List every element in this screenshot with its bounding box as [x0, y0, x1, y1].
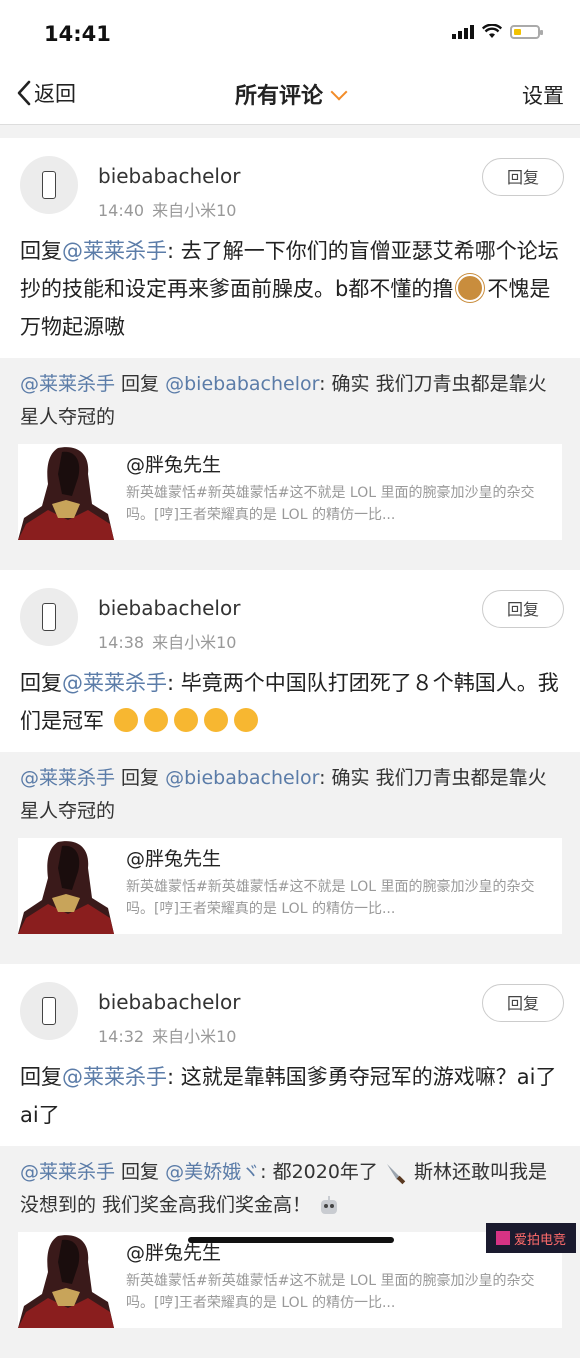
- comment-meta: 14:40 来自小米10: [98, 197, 244, 221]
- embed-description: 新英雄蒙恬#新英雄蒙恬#这不就是 LOL 里面的腕豪加沙皇的杂交吗。[哼]王者荣…: [126, 879, 535, 917]
- watermark: 爱拍电竞: [486, 1223, 576, 1253]
- quote-text: @莱莱杀手 回复 @biebabachelor: 确实 我们刀青虫都是靠火星人夺…: [18, 762, 562, 838]
- reply-prefix: 回复: [20, 671, 62, 695]
- status-bar: 14:41: [0, 0, 580, 62]
- quote-reply-word: 回复: [115, 373, 166, 395]
- reply-prefix: 回复: [20, 1065, 62, 1089]
- comment-source: 来自小米10: [152, 201, 237, 220]
- dog-emoji-icon: [456, 274, 485, 302]
- comment-meta: 14:32 来自小米10: [98, 1023, 244, 1047]
- scared-emoji-icon: [143, 708, 168, 732]
- embed-body: @胖兔先生 新英雄蒙恬#新英雄蒙恬#这不就是 LOL 里面的腕豪加沙皇的杂交吗。…: [114, 444, 562, 540]
- comment-time: 14:32: [98, 1027, 145, 1046]
- nav-bar: 返回 所有评论 设置: [0, 62, 580, 125]
- status-icons: [452, 24, 543, 39]
- post-thumbnail: [18, 444, 114, 540]
- mention-link[interactable]: @莱莱杀手: [62, 1065, 167, 1089]
- scared-emoji-icon: [233, 708, 258, 732]
- quote-body: : 都2020年了: [260, 1161, 378, 1183]
- signal-icon: [452, 24, 474, 39]
- comment-time: 14:40: [98, 201, 145, 220]
- seal-icon: [42, 603, 56, 631]
- avatar[interactable]: [20, 156, 78, 214]
- quote-text: @莱莱杀手 回复 @biebabachelor: 确实 我们刀青虫都是靠火星人夺…: [18, 368, 562, 444]
- quote-reply-word: 回复: [115, 767, 166, 789]
- avatar[interactable]: [20, 588, 78, 646]
- status-time: 14:41: [44, 22, 111, 46]
- comment-meta: 14:38 来自小米10: [98, 629, 244, 653]
- comment-card: biebabachelor 14:32 来自小米10 回复 回复@莱莱杀手: 这就…: [0, 964, 580, 1342]
- comment-card: biebabachelor 14:40 来自小米10 回复 回复@莱莱杀手: 去了…: [0, 138, 580, 554]
- seal-icon: [42, 997, 56, 1025]
- original-post-embed[interactable]: @胖兔先生 新英雄蒙恬#新英雄蒙恬#这不就是 LOL 里面的腕豪加沙皇的杂交吗。…: [18, 838, 562, 934]
- embed-body: @胖兔先生 新英雄蒙恬#新英雄蒙恬#这不就是 LOL 里面的腕豪加沙皇的杂交吗。…: [114, 838, 562, 934]
- username[interactable]: biebabachelor: [98, 164, 240, 188]
- watermark-logo-icon: [495, 1231, 510, 1245]
- seal-icon: [42, 171, 56, 199]
- reply-button[interactable]: 回复: [482, 590, 564, 628]
- quote-mention-link[interactable]: @莱莱杀手: [20, 373, 115, 395]
- username[interactable]: biebabachelor: [98, 596, 240, 620]
- comment-source: 来自小米10: [152, 633, 237, 652]
- card-header: biebabachelor 14:40 来自小米10 回复: [0, 138, 580, 224]
- comment-card: biebabachelor 14:38 来自小米10 回复 回复@莱莱杀手: 毕竟…: [0, 570, 580, 948]
- quoted-reply[interactable]: @莱莱杀手 回复 @biebabachelor: 确实 我们刀青虫都是靠火星人夺…: [0, 752, 580, 948]
- quote-target-link[interactable]: @biebabachelor: [165, 767, 319, 789]
- post-thumbnail: [18, 838, 114, 934]
- comment-feed: biebabachelor 14:40 来自小米10 回复 回复@莱莱杀手: 去了…: [0, 138, 580, 1358]
- battery-icon: [510, 24, 543, 39]
- mention-link[interactable]: @莱莱杀手: [62, 671, 167, 695]
- quote-target-link[interactable]: @美娇娥ヾ: [165, 1161, 260, 1183]
- home-indicator[interactable]: [188, 1237, 394, 1243]
- card-header: biebabachelor 14:32 来自小米10 回复: [0, 964, 580, 1050]
- reply-button[interactable]: 回复: [482, 984, 564, 1022]
- original-post-embed[interactable]: @胖兔先生 新英雄蒙恬#新英雄蒙恬#这不就是 LOL 里面的腕豪加沙皇的杂交吗。…: [18, 444, 562, 540]
- quote-text: @莱莱杀手 回复 @美娇娥ヾ: 都2020年了 斯林还敢叫我是没想到的 我们奖金…: [18, 1156, 562, 1232]
- card-header: biebabachelor 14:38 来自小米10 回复: [0, 570, 580, 656]
- comment-text: 回复@莱莱杀手: 去了解一下你们的盲僧亚瑟艾希哪个论坛抄的技能和设定再来爹面前臊…: [0, 224, 580, 358]
- avatar[interactable]: [20, 982, 78, 1040]
- scared-emoji-icon: [173, 708, 198, 732]
- comment-text: 回复@莱莱杀手: 毕竟两个中国队打团死了８个韩国人。我们是冠军: [0, 656, 580, 752]
- page-title: 所有评论: [234, 84, 323, 109]
- watermark-text: 爱拍电竞: [513, 1232, 566, 1248]
- quote-mention-link[interactable]: @莱莱杀手: [20, 1161, 115, 1183]
- mention-link[interactable]: @莱莱杀手: [62, 239, 167, 263]
- embed-author: @胖兔先生: [126, 848, 222, 870]
- embed-author: @胖兔先生: [126, 454, 222, 476]
- quoted-reply[interactable]: @莱莱杀手 回复 @biebabachelor: 确实 我们刀青虫都是靠火星人夺…: [0, 358, 580, 554]
- original-post-embed[interactable]: @胖兔先生 新英雄蒙恬#新英雄蒙恬#这不就是 LOL 里面的腕豪加沙皇的杂交吗。…: [18, 1232, 562, 1328]
- embed-description: 新英雄蒙恬#新英雄蒙恬#这不就是 LOL 里面的腕豪加沙皇的杂交吗。[哼]王者荣…: [126, 1273, 535, 1311]
- chevron-down-icon: [330, 83, 348, 101]
- robot-icon: [321, 1195, 338, 1214]
- comment-text: 回复@莱莱杀手: 这就是靠韩国爹勇夺冠军的游戏嘛？ai了ai了: [0, 1050, 580, 1146]
- reply-prefix: 回复: [20, 239, 62, 263]
- scared-emoji-icon: [203, 708, 228, 732]
- username[interactable]: biebabachelor: [98, 990, 240, 1014]
- post-thumbnail: [18, 1232, 114, 1328]
- comment-filter-dropdown[interactable]: 所有评论: [0, 78, 580, 110]
- wifi-icon: [482, 24, 502, 38]
- quote-mention-link[interactable]: @莱莱杀手: [20, 767, 115, 789]
- quote-reply-word: 回复: [115, 1161, 166, 1183]
- settings-button[interactable]: 设置: [522, 80, 564, 110]
- comment-source: 来自小米10: [152, 1027, 237, 1046]
- knife-icon: [386, 1163, 406, 1184]
- reply-button[interactable]: 回复: [482, 158, 564, 196]
- embed-description: 新英雄蒙恬#新英雄蒙恬#这不就是 LOL 里面的腕豪加沙皇的杂交吗。[哼]王者荣…: [126, 485, 535, 523]
- scared-emoji-icon: [113, 708, 138, 732]
- quote-target-link[interactable]: @biebabachelor: [165, 373, 319, 395]
- comment-time: 14:38: [98, 633, 145, 652]
